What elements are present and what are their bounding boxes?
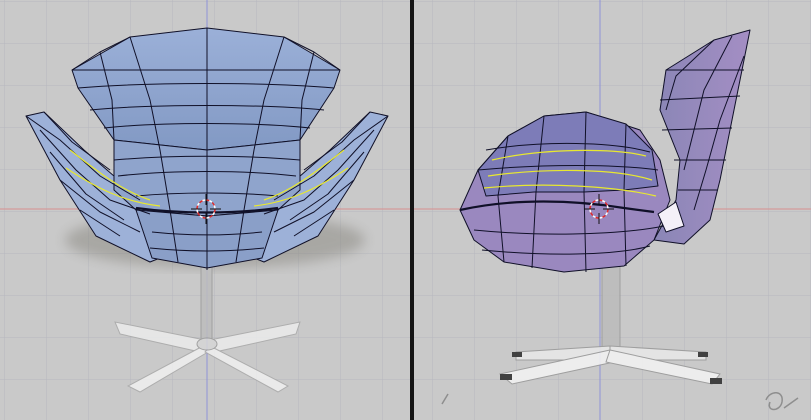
viewport-front[interactable] bbox=[0, 0, 410, 420]
viewport-side-canvas[interactable] bbox=[414, 0, 811, 420]
viewport-side[interactable] bbox=[414, 0, 811, 420]
blender-workspace bbox=[0, 0, 811, 420]
viewport-front-canvas[interactable] bbox=[0, 0, 410, 420]
